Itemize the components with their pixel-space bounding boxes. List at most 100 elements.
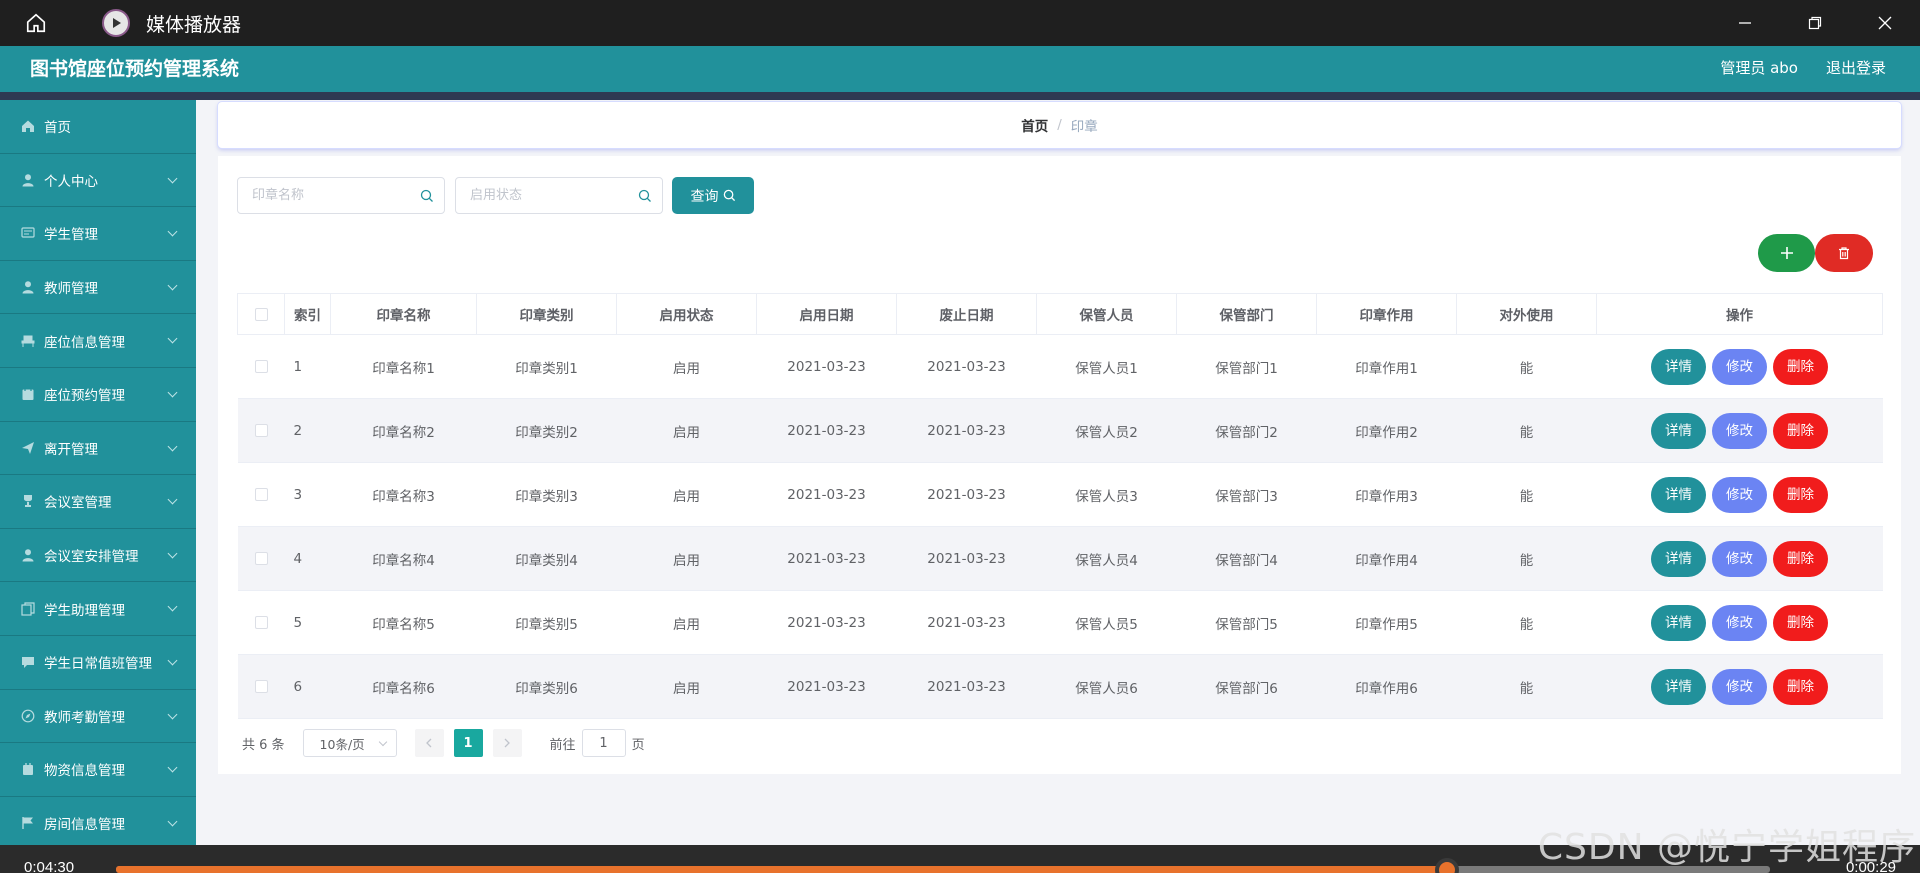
search-icon (723, 189, 735, 202)
page-size-select[interactable]: 10条/页 (302, 729, 397, 757)
seal-name-search[interactable] (237, 177, 445, 214)
cell-category: 印章类别6 (476, 654, 617, 719)
chevron-down-icon (167, 494, 178, 505)
row-checkbox[interactable] (254, 552, 268, 565)
chevron-down-icon (167, 173, 178, 184)
row-select-cell[interactable] (237, 590, 285, 655)
delete-button[interactable]: 删除 (1773, 668, 1828, 705)
delete-button[interactable]: 删除 (1773, 412, 1828, 449)
column-header: 保管人员 (1036, 293, 1177, 335)
select-all-checkbox[interactable] (254, 307, 268, 321)
logout-link[interactable]: 退出登录 (1826, 57, 1886, 78)
edit-button[interactable]: 修改 (1712, 540, 1767, 577)
goto-page-input[interactable]: 1 (581, 729, 626, 757)
cell-status: 启用 (616, 334, 757, 399)
table-row: 2 印章名称2 印章类别2 启用 2021-03-23 2021-03-23 保管人员2 保管… (237, 398, 1883, 463)
row-select-cell[interactable] (237, 654, 285, 719)
home-icon[interactable] (18, 5, 54, 41)
seal-name-input[interactable] (252, 178, 422, 213)
sidebar-item[interactable]: 个人中心 (0, 154, 196, 208)
cell-name: 印章名称6 (330, 654, 477, 719)
seek-bar[interactable] (116, 866, 1770, 873)
cell-dept: 保管部门6 (1176, 654, 1317, 719)
plus-icon (1780, 247, 1793, 259)
cell-name: 印章名称3 (330, 462, 477, 527)
page-number[interactable]: 1 (453, 729, 483, 757)
chair-icon (20, 333, 36, 349)
prev-page-button[interactable] (414, 729, 444, 757)
send-icon (20, 440, 36, 456)
row-select-cell[interactable] (237, 526, 285, 591)
row-select-cell[interactable] (237, 334, 285, 399)
row-select-cell[interactable] (237, 398, 285, 463)
edit-button[interactable]: 修改 (1712, 348, 1767, 385)
detail-button[interactable]: 详情 (1651, 476, 1706, 513)
row-checkbox[interactable] (254, 680, 268, 693)
sidebar-item[interactable]: 首页 (0, 100, 196, 154)
cell-status: 启用 (616, 398, 757, 463)
row-select-cell[interactable] (237, 462, 285, 527)
close-icon[interactable] (1850, 0, 1920, 46)
select-all-cell[interactable] (237, 293, 285, 335)
cell-purpose: 印章作用3 (1316, 462, 1457, 527)
sidebar-item[interactable]: 座位预约管理 (0, 368, 196, 422)
delete-button[interactable]: 删除 (1773, 476, 1828, 513)
detail-button[interactable]: 详情 (1651, 412, 1706, 449)
chevron-right-icon (504, 738, 510, 748)
calendar-icon (20, 386, 36, 402)
chevron-down-icon (167, 709, 178, 719)
detail-button[interactable]: 详情 (1651, 668, 1706, 705)
sidebar-item[interactable]: 学生助理管理 (0, 582, 196, 636)
edit-button[interactable]: 修改 (1712, 604, 1767, 641)
status-search[interactable] (455, 177, 663, 214)
sidebar-item[interactable]: 会议室管理 (0, 475, 196, 529)
sidebar-item[interactable]: 座位信息管理 (0, 314, 196, 368)
row-checkbox[interactable] (254, 424, 268, 437)
goto-label: 前往 (549, 737, 576, 753)
status-input[interactable] (470, 178, 640, 213)
sidebar-item[interactable]: 房间信息管理 (0, 797, 196, 845)
batch-delete-button[interactable] (1815, 234, 1873, 272)
sidebar-item[interactable]: 物资信息管理 (0, 743, 196, 797)
sidebar-item[interactable]: 学生日常值班管理 (0, 636, 196, 690)
sidebar-item[interactable]: 学生管理 (0, 207, 196, 261)
breadcrumb-home[interactable]: 首页 (1021, 115, 1048, 135)
sidebar-item[interactable]: 教师考勤管理 (0, 690, 196, 744)
query-button[interactable]: 查询 (672, 177, 754, 214)
sidebar-item-label: 座位预约管理 (44, 388, 125, 405)
cell-status: 启用 (616, 654, 757, 719)
copy-icon (20, 601, 36, 617)
cell-keeper: 保管人员3 (1036, 462, 1177, 527)
header-strip (0, 92, 1920, 100)
cell-start: 2021-03-23 (756, 654, 897, 719)
detail-button[interactable]: 详情 (1651, 604, 1706, 641)
detail-button[interactable]: 详情 (1651, 540, 1706, 577)
sidebar: 首页 个人中心 学生管理 教师管理 座位信息管理座位预约管理离开管理 会议室管理会议室安排… (0, 100, 196, 845)
restore-icon[interactable] (1780, 0, 1850, 46)
total-count: 共 6 条 (242, 737, 285, 753)
row-checkbox[interactable] (254, 360, 268, 373)
row-checkbox[interactable] (254, 488, 268, 501)
chat-icon (20, 654, 36, 670)
delete-button[interactable]: 删除 (1773, 348, 1828, 385)
detail-button[interactable]: 详情 (1651, 348, 1706, 385)
cell-actions: 详情 修改 删除 (1596, 590, 1883, 655)
delete-button[interactable]: 删除 (1773, 604, 1828, 641)
cell-end: 2021-03-23 (896, 654, 1037, 719)
edit-button[interactable]: 修改 (1712, 412, 1767, 449)
next-page-button[interactable] (492, 729, 522, 757)
cell-actions: 详情 修改 删除 (1596, 334, 1883, 399)
sidebar-item[interactable]: 会议室安排管理 (0, 529, 196, 583)
table-row: 1 印章名称1 印章类别1 启用 2021-03-23 2021-03-23 保管人员1 保管… (237, 334, 1883, 399)
edit-button[interactable]: 修改 (1712, 668, 1767, 705)
column-header: 启用状态 (616, 293, 757, 335)
sidebar-item[interactable]: 教师管理 (0, 261, 196, 315)
add-button[interactable] (1758, 234, 1815, 272)
seek-handle[interactable] (1435, 858, 1460, 873)
delete-button[interactable]: 删除 (1773, 540, 1828, 577)
row-checkbox[interactable] (254, 616, 268, 629)
sidebar-item[interactable]: 离开管理 (0, 422, 196, 476)
edit-button[interactable]: 修改 (1712, 476, 1767, 513)
sidebar-item-label: 会议室安排管理 (44, 549, 139, 566)
minimize-icon[interactable] (1710, 0, 1780, 46)
